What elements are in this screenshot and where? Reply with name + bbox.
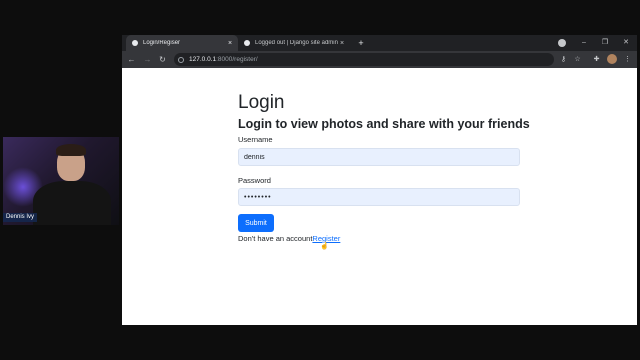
tab-bar: Login/Regiser × Logged out | Django site… xyxy=(122,35,637,51)
minimize-button[interactable]: – xyxy=(578,37,590,49)
close-icon[interactable]: × xyxy=(226,40,234,47)
new-tab-button[interactable]: + xyxy=(355,37,367,49)
presenter-name-tag: Dennis Ivy xyxy=(3,213,38,222)
back-button[interactable]: ← xyxy=(126,54,137,65)
url-host: 127.0.0.1 xyxy=(189,56,217,63)
page-title: Login xyxy=(238,92,285,113)
password-label: Password xyxy=(238,176,271,185)
tab-django-admin[interactable]: Logged out | Django site admin × xyxy=(238,35,350,51)
key-icon[interactable]: ⚷ xyxy=(559,55,568,64)
username-input[interactable] xyxy=(238,148,520,166)
account-prompt-text: Don't have an account xyxy=(238,234,313,243)
globe-icon xyxy=(132,40,138,46)
password-input[interactable] xyxy=(238,188,520,206)
address-bar[interactable]: 127.0.0.1 :8000/register/ xyxy=(174,53,554,66)
forward-button[interactable]: → xyxy=(142,54,153,65)
username-label: Username xyxy=(238,135,273,144)
url-path: :8000/register/ xyxy=(216,56,258,63)
tab-title: Logged out | Django site admin xyxy=(255,40,338,46)
browser-window: Login/Regiser × Logged out | Django site… xyxy=(122,35,637,325)
page-content: Login Login to view photos and share wit… xyxy=(122,68,637,325)
close-icon[interactable]: × xyxy=(338,40,346,47)
bookmark-star-icon[interactable]: ☆ xyxy=(573,55,582,64)
webcam-overlay: Dennis Ivy xyxy=(3,137,119,225)
submit-button[interactable]: Submit xyxy=(238,214,274,232)
globe-icon xyxy=(244,40,250,46)
info-icon[interactable] xyxy=(178,56,184,63)
reload-button[interactable]: ↻ xyxy=(157,54,168,65)
tab-title: Login/Regiser xyxy=(143,40,181,46)
extensions-icon[interactable]: ✚ xyxy=(592,55,601,64)
tab-login-register[interactable]: Login/Regiser × xyxy=(126,35,238,51)
tab-search-icon[interactable] xyxy=(558,39,566,47)
maximize-button[interactable]: ❐ xyxy=(599,37,611,49)
window-close-button[interactable]: ✕ xyxy=(620,37,632,49)
page-subtitle: Login to view photos and share with your… xyxy=(238,117,530,131)
menu-icon[interactable]: ⋮ xyxy=(623,55,632,64)
pointer-cursor-icon: ☝ xyxy=(320,243,329,250)
browser-toolbar: ← → ↻ 127.0.0.1 :8000/register/ ⚷ ☆ ✚ ⋮ xyxy=(122,51,637,68)
presenter-body xyxy=(33,181,111,225)
profile-avatar[interactable] xyxy=(607,54,617,64)
presenter-hair xyxy=(56,144,86,156)
